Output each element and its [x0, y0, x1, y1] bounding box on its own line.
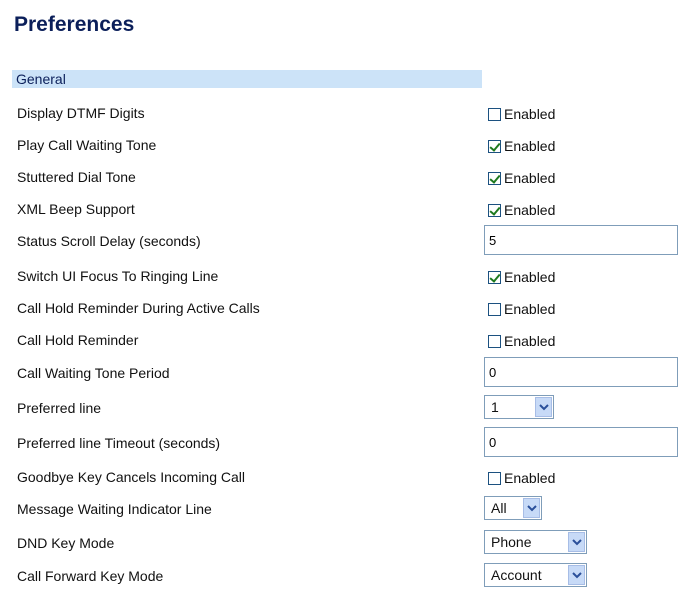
setting-row-display-dtmf-digits: Display DTMF Digits Enabled	[0, 104, 679, 132]
setting-row-status-scroll-delay: Status Scroll Delay (seconds)	[0, 225, 679, 262]
setting-row-switch-ui-focus: Switch UI Focus To Ringing Line Enabled	[0, 267, 679, 295]
xml-beep-support-checkbox[interactable]	[488, 203, 501, 217]
select-value: Phone	[491, 534, 532, 550]
setting-row-goodbye-key: Goodbye Key Cancels Incoming Call Enable…	[0, 468, 679, 496]
call-hold-reminder-active-checkbox[interactable]	[488, 302, 501, 316]
display-dtmf-digits-control: Enabled	[484, 104, 555, 122]
setting-row-call-forward-key-mode: Call Forward Key Mode Account	[0, 563, 679, 595]
setting-row-stuttered-dial-tone: Stuttered Dial Tone Enabled	[0, 168, 679, 196]
setting-label: DND Key Mode	[17, 535, 115, 551]
setting-label: Message Waiting Indicator Line	[17, 501, 212, 517]
xml-beep-support-control: Enabled	[484, 200, 555, 218]
setting-label: Stuttered Dial Tone	[17, 169, 136, 185]
call-waiting-tone-period-input[interactable]	[484, 357, 678, 387]
play-call-waiting-tone-control: Enabled	[484, 136, 555, 154]
checkbox-label: Enabled	[504, 269, 556, 285]
call-hold-reminder-control: Enabled	[484, 331, 555, 349]
setting-label: XML Beep Support	[17, 201, 135, 217]
setting-label: Call Forward Key Mode	[17, 568, 164, 584]
call-hold-reminder-checkbox-group[interactable]: Enabled	[484, 331, 555, 349]
call-waiting-tone-period-control	[484, 357, 678, 394]
preferred-line-control: 1	[484, 395, 554, 423]
setting-label: Preferred line Timeout (seconds)	[17, 435, 221, 451]
setting-label: Call Waiting Tone Period	[17, 365, 170, 381]
checkbox-label: Enabled	[504, 106, 556, 122]
play-call-waiting-tone-checkbox[interactable]	[488, 139, 501, 153]
checkbox-label: Enabled	[504, 202, 556, 218]
setting-label: Goodbye Key Cancels Incoming Call	[17, 469, 246, 485]
stuttered-dial-tone-control: Enabled	[484, 168, 555, 186]
chevron-down-icon[interactable]	[523, 498, 540, 518]
preferred-line-timeout-input[interactable]	[484, 427, 678, 457]
setting-row-dnd-key-mode: DND Key Mode Phone	[0, 530, 679, 562]
setting-row-call-hold-reminder-active: Call Hold Reminder During Active Calls E…	[0, 299, 679, 327]
preferred-line-select[interactable]: 1	[484, 395, 554, 419]
setting-row-message-waiting-indicator: Message Waiting Indicator Line All	[0, 496, 679, 528]
setting-row-play-call-waiting-tone: Play Call Waiting Tone Enabled	[0, 136, 679, 164]
dnd-key-mode-select[interactable]: Phone	[484, 530, 587, 554]
setting-label: Call Hold Reminder	[17, 332, 139, 348]
call-forward-key-mode-control: Account	[484, 563, 587, 591]
setting-row-xml-beep-support: XML Beep Support Enabled	[0, 200, 679, 228]
message-waiting-indicator-control: All	[484, 496, 542, 524]
stuttered-dial-tone-checkbox[interactable]	[488, 171, 501, 185]
select-value: 1	[491, 399, 499, 415]
goodbye-key-checkbox[interactable]	[488, 471, 501, 485]
chevron-down-icon[interactable]	[568, 565, 585, 585]
call-forward-key-mode-select[interactable]: Account	[484, 563, 587, 587]
checkbox-label: Enabled	[504, 138, 556, 154]
play-call-waiting-tone-checkbox-group[interactable]: Enabled	[484, 136, 555, 154]
display-dtmf-digits-checkbox-group[interactable]: Enabled	[484, 104, 555, 122]
setting-row-preferred-line-timeout: Preferred line Timeout (seconds)	[0, 427, 679, 464]
setting-label: Call Hold Reminder During Active Calls	[17, 300, 260, 316]
message-waiting-indicator-select[interactable]: All	[484, 496, 542, 520]
setting-row-call-hold-reminder: Call Hold Reminder Enabled	[0, 331, 679, 359]
preferred-line-timeout-control	[484, 427, 678, 464]
checkbox-label: Enabled	[504, 333, 556, 349]
call-hold-reminder-active-control: Enabled	[484, 299, 555, 317]
checkbox-label: Enabled	[504, 301, 556, 317]
setting-label: Switch UI Focus To Ringing Line	[17, 268, 219, 284]
setting-row-call-waiting-tone-period: Call Waiting Tone Period	[0, 357, 679, 394]
chevron-down-icon[interactable]	[535, 397, 552, 417]
status-scroll-delay-input[interactable]	[484, 225, 678, 255]
switch-ui-focus-checkbox[interactable]	[488, 270, 501, 284]
section-header-general: General	[12, 70, 482, 88]
setting-label: Preferred line	[17, 400, 102, 416]
call-hold-reminder-active-checkbox-group[interactable]: Enabled	[484, 299, 555, 317]
display-dtmf-digits-checkbox[interactable]	[488, 107, 501, 121]
status-scroll-delay-control	[484, 225, 678, 262]
page-title: Preferences	[14, 13, 135, 36]
select-value: All	[491, 500, 507, 516]
goodbye-key-checkbox-group[interactable]: Enabled	[484, 468, 555, 486]
chevron-down-icon[interactable]	[568, 532, 585, 552]
goodbye-key-control: Enabled	[484, 468, 555, 486]
call-hold-reminder-checkbox[interactable]	[488, 334, 501, 348]
checkbox-label: Enabled	[504, 470, 556, 486]
xml-beep-support-checkbox-group[interactable]: Enabled	[484, 200, 555, 218]
switch-ui-focus-control: Enabled	[484, 267, 555, 285]
dnd-key-mode-control: Phone	[484, 530, 587, 558]
switch-ui-focus-checkbox-group[interactable]: Enabled	[484, 267, 555, 285]
setting-row-preferred-line: Preferred line 1	[0, 395, 679, 427]
setting-label: Play Call Waiting Tone	[17, 137, 157, 153]
select-value: Account	[491, 567, 542, 583]
stuttered-dial-tone-checkbox-group[interactable]: Enabled	[484, 168, 555, 186]
checkbox-label: Enabled	[504, 170, 556, 186]
setting-label: Status Scroll Delay (seconds)	[17, 233, 201, 249]
setting-label: Display DTMF Digits	[17, 105, 145, 121]
